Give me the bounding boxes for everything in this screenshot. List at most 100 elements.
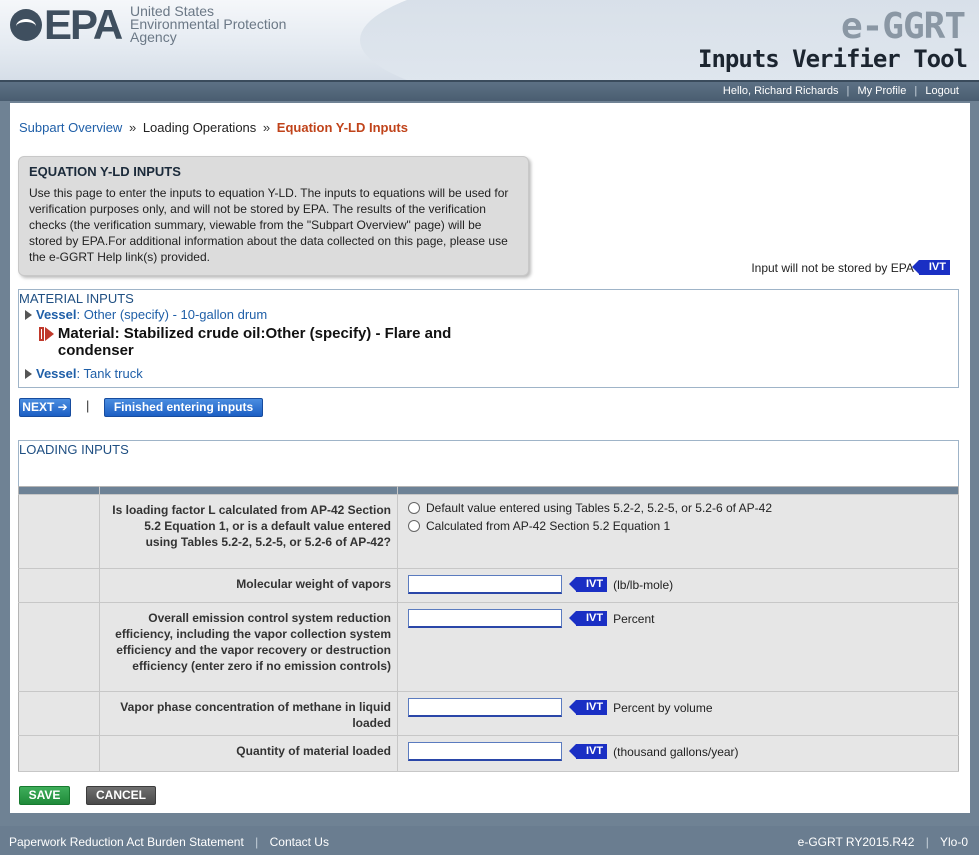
my-profile-link[interactable]: My Profile [857, 85, 906, 97]
header-cell [397, 486, 959, 495]
quantity-loaded-input[interactable] [408, 742, 562, 761]
material-inputs-title: MATERIAL INPUTS [19, 290, 135, 306]
table-row: Is loading factor L calculated from AP-4… [18, 494, 959, 569]
input-line: IVT (lb/lb-mole) [408, 575, 950, 594]
methane-concentration-input[interactable] [408, 698, 562, 717]
input-line: IVT Percent [408, 609, 950, 628]
tree-item-vessel-drum[interactable]: Vessel : Other (specify) - 10-gallon dru… [25, 307, 267, 322]
footer-version: e-GGRT RY2015.R42 | Ylo-0 [798, 835, 968, 849]
row-spacer [18, 494, 100, 569]
greeting-link[interactable]: Hello, Richard Richards [723, 85, 839, 97]
radio-option-default[interactable]: Default value entered using Tables 5.2-2… [408, 501, 950, 515]
unit-label: (thousand gallons/year) [613, 744, 739, 759]
input-line: IVT (thousand gallons/year) [408, 742, 950, 761]
radio-option-calculated[interactable]: Calculated from AP-42 Section 5.2 Equati… [408, 519, 950, 533]
epa-globe-icon [10, 9, 42, 41]
row-spacer [18, 568, 100, 603]
material-value: : Stabilized crude oil:Other (specify) -… [57, 325, 452, 359]
info-body: Use this page to enter the inputs to equ… [29, 186, 509, 264]
row-spacer [18, 602, 100, 692]
main-panel: Subpart Overview » Loading Operations » … [10, 103, 970, 813]
ivt-tag-icon: IVT [568, 577, 608, 592]
radio-button[interactable] [408, 502, 420, 514]
user-bar: Hello, Richard Richards | My Profile | L… [0, 80, 979, 101]
info-box: EQUATION Y-LD INPUTS Use this page to en… [18, 156, 529, 276]
ivt-note: Input will not be stored by EPA IVT [751, 260, 950, 275]
app-subtitle: Inputs Verifier Tool [698, 45, 968, 73]
separator: | [846, 85, 850, 97]
table-header-bar [18, 486, 959, 495]
unit-label: Percent by volume [613, 700, 713, 715]
ivt-tag-icon: IVT [568, 611, 608, 626]
user-links: Hello, Richard Richards | My Profile | L… [723, 85, 959, 97]
tree-item-material-selected[interactable]: Material: Stabilized crude oil:Other (sp… [39, 325, 469, 359]
breadcrumb-separator: » [262, 120, 271, 135]
row-label: Is loading factor L calculated from AP-4… [99, 494, 398, 569]
epa-logo: EPA [44, 1, 123, 48]
separator: | [255, 835, 259, 849]
row-input-cell: IVT (lb/lb-mole) [397, 568, 959, 603]
vessel-label[interactable]: Vessel [36, 366, 77, 381]
unit-label: (lb/lb-mole) [613, 577, 674, 592]
next-button[interactable]: NEXT ➔ [19, 398, 71, 417]
agency-line-3: Agency [130, 29, 177, 45]
contact-us-link[interactable]: Contact Us [270, 835, 329, 849]
table-row: Vapor phase concentration of methane in … [18, 691, 959, 736]
row-input-cell: IVT Percent [397, 602, 959, 692]
row-label: Overall emission control system reductio… [99, 602, 398, 692]
radio-label[interactable]: Default value entered using Tables 5.2-2… [426, 501, 772, 515]
radio-label[interactable]: Calculated from AP-42 Section 5.2 Equati… [426, 519, 670, 533]
breadcrumb-current: Equation Y-LD Inputs [276, 120, 408, 135]
vessel-label[interactable]: Vessel [36, 307, 77, 322]
vessel-value[interactable]: : Tank truck [77, 366, 143, 381]
expand-arrow-icon[interactable] [25, 310, 32, 320]
logout-link[interactable]: Logout [925, 85, 959, 97]
breadcrumb-separator: » [128, 120, 137, 135]
expand-arrow-icon[interactable] [25, 369, 32, 379]
footer-links: Paperwork Reduction Act Burden Statement… [9, 835, 329, 849]
info-title: EQUATION Y-LD INPUTS [29, 164, 181, 179]
selected-arrow-icon [39, 327, 54, 341]
row-label: Vapor phase concentration of methane in … [99, 691, 398, 736]
app-name: e-GGRT [840, 6, 966, 47]
table-row: Overall emission control system reductio… [18, 602, 959, 692]
unit-label: Percent [613, 611, 655, 626]
ivt-note-text: Input will not be stored by EPA [751, 260, 914, 275]
loading-inputs-section: LOADING INPUTS [18, 440, 959, 486]
ivt-tag-icon: IVT [568, 744, 608, 759]
arrow-right-icon: ➔ [54, 400, 68, 414]
loading-inputs-table: Is loading factor L calculated from AP-4… [18, 486, 959, 772]
vessel-value[interactable]: : Other (specify) - 10-gallon drum [77, 307, 268, 322]
paperwork-link[interactable]: Paperwork Reduction Act Burden Statement [9, 835, 244, 849]
separator: | [925, 835, 929, 849]
table-row: Quantity of material loaded IVT (thousan… [18, 735, 959, 772]
ivt-tag-icon: IVT [568, 700, 608, 715]
agency-name: United States Environmental Protection A… [130, 4, 286, 45]
breadcrumb-subpart-overview[interactable]: Subpart Overview [19, 120, 122, 135]
loading-inputs-title: LOADING INPUTS [19, 441, 130, 457]
control-efficiency-input[interactable] [408, 609, 562, 628]
input-line: IVT Percent by volume [408, 698, 950, 717]
site-header: EPA United States Environmental Protecti… [0, 0, 979, 80]
row-label: Molecular weight of vapors [99, 568, 398, 603]
next-button-label: NEXT [22, 400, 55, 414]
row-input-cell: Default value entered using Tables 5.2-2… [397, 494, 959, 569]
tree-item-vessel-tank-truck[interactable]: Vessel : Tank truck [25, 366, 143, 381]
breadcrumb-loading-operations: Loading Operations [142, 120, 257, 135]
radio-button[interactable] [408, 520, 420, 532]
save-button[interactable]: SAVE [19, 786, 70, 805]
row-input-cell: IVT (thousand gallons/year) [397, 735, 959, 772]
molecular-weight-input[interactable] [408, 575, 562, 594]
site-footer: Paperwork Reduction Act Burden Statement… [0, 826, 979, 855]
row-spacer [18, 691, 100, 736]
row-input-cell: IVT Percent by volume [397, 691, 959, 736]
ivt-tag-icon: IVT [911, 260, 950, 275]
table-row: Molecular weight of vapors IVT (lb/lb-mo… [18, 568, 959, 603]
header-cell [99, 486, 398, 495]
button-separator: | [86, 398, 90, 413]
version-text: e-GGRT RY2015.R42 [797, 835, 915, 849]
finished-entering-inputs-button[interactable]: Finished entering inputs [104, 398, 263, 417]
cancel-button[interactable]: CANCEL [86, 786, 156, 805]
breadcrumb: Subpart Overview » Loading Operations » … [19, 120, 408, 135]
header-cell [18, 486, 100, 495]
